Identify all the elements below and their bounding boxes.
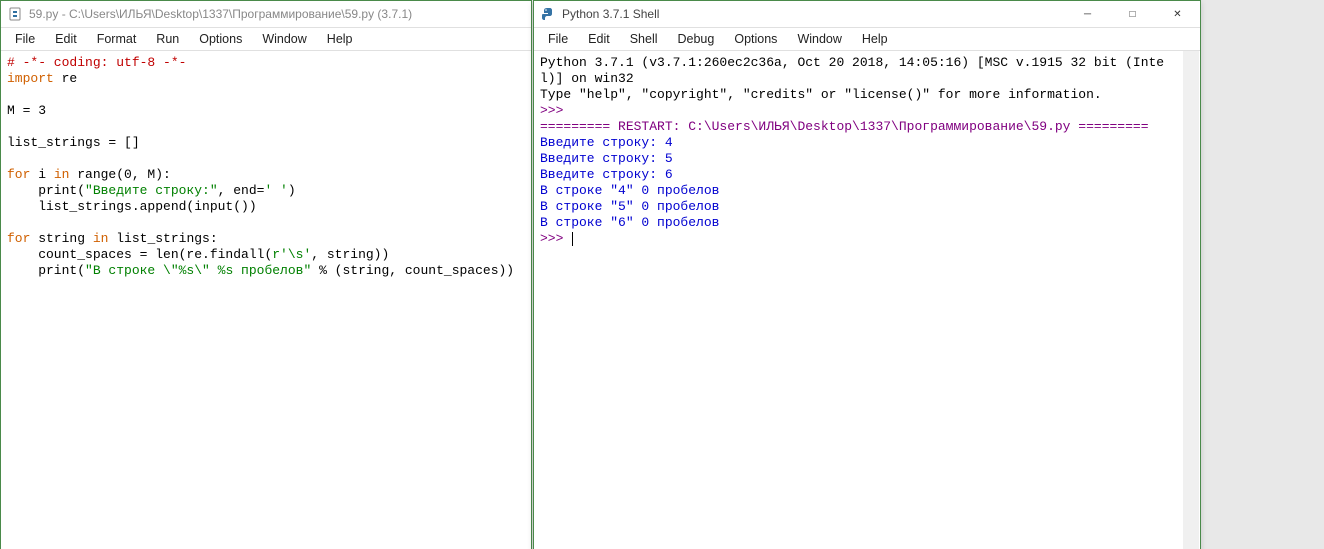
- shell-output: Введите строку: 6: [540, 167, 673, 182]
- close-button[interactable]: ✕: [1155, 1, 1200, 27]
- shell-output: В строке "5" 0 пробелов: [540, 199, 719, 214]
- shell-output: В строке "6" 0 пробелов: [540, 215, 719, 230]
- code-token: string: [30, 231, 92, 246]
- menu-run[interactable]: Run: [146, 30, 189, 48]
- python-file-icon: [7, 6, 23, 22]
- code-keyword: in: [54, 167, 70, 182]
- shell-banner: Python 3.7.1 (v3.7.1:260ec2c36a, Oct 20 …: [540, 55, 1164, 70]
- shell-output: Введите строку: 5: [540, 151, 673, 166]
- editor-titlebar[interactable]: 59.py - C:\Users\ИЛЬЯ\Desktop\1337\Прогр…: [1, 1, 531, 28]
- shell-output-area[interactable]: Python 3.7.1 (v3.7.1:260ec2c36a, Oct 20 …: [534, 51, 1200, 549]
- code-string: r'\s': [272, 247, 311, 262]
- code-string: ' ': [264, 183, 287, 198]
- code-token: i: [30, 167, 53, 182]
- menu-window[interactable]: Window: [787, 30, 851, 48]
- editor-title: 59.py - C:\Users\ИЛЬЯ\Desktop\1337\Прогр…: [29, 7, 531, 21]
- shell-output: В строке "4" 0 пробелов: [540, 183, 719, 198]
- code-token: range(0, M):: [69, 167, 170, 182]
- menu-edit[interactable]: Edit: [45, 30, 87, 48]
- code-token: list_strings:: [108, 231, 217, 246]
- shell-output: Введите строку: 4: [540, 135, 673, 150]
- code-string: "В строке \"%s\" %s пробелов": [85, 263, 311, 278]
- menu-file[interactable]: File: [5, 30, 45, 48]
- code-string: "Введите строку:": [85, 183, 218, 198]
- python-shell-icon: [540, 6, 556, 22]
- code-keyword: in: [93, 231, 109, 246]
- shell-prompt: >>>: [540, 231, 571, 246]
- editor-code-area[interactable]: # -*- coding: utf-8 -*- import re M = 3 …: [1, 51, 531, 549]
- menu-debug[interactable]: Debug: [668, 30, 725, 48]
- menu-edit[interactable]: Edit: [578, 30, 620, 48]
- shell-title: Python 3.7.1 Shell: [562, 7, 1065, 21]
- shell-banner: l)] on win32: [540, 71, 634, 86]
- code-keyword: for: [7, 231, 30, 246]
- code-comment: # -*- coding: utf-8 -*-: [7, 55, 186, 70]
- menu-help[interactable]: Help: [852, 30, 898, 48]
- code-token: , end=: [218, 183, 265, 198]
- shell-window: Python 3.7.1 Shell ─ □ ✕ File Edit Shell…: [533, 0, 1201, 549]
- code-token: print(: [7, 183, 85, 198]
- shell-prompt: >>>: [540, 103, 571, 118]
- vertical-scrollbar[interactable]: [1183, 51, 1199, 549]
- code-line: list_strings.append(input()): [7, 199, 257, 214]
- code-token: re: [54, 71, 77, 86]
- menu-file[interactable]: File: [538, 30, 578, 48]
- shell-restart: ========= RESTART: C:\Users\ИЛЬЯ\Desktop…: [540, 119, 1149, 134]
- code-keyword: import: [7, 71, 54, 86]
- code-line: M = 3: [7, 103, 46, 118]
- code-token: , string)): [311, 247, 389, 262]
- menu-help[interactable]: Help: [317, 30, 363, 48]
- menu-format[interactable]: Format: [87, 30, 147, 48]
- minimize-button[interactable]: ─: [1065, 1, 1110, 27]
- code-token: print(: [7, 263, 85, 278]
- window-controls: ─ □ ✕: [1065, 1, 1200, 27]
- menu-shell[interactable]: Shell: [620, 30, 668, 48]
- shell-banner: Type "help", "copyright", "credits" or "…: [540, 87, 1102, 102]
- shell-menubar: File Edit Shell Debug Options Window Hel…: [534, 28, 1200, 51]
- maximize-button[interactable]: □: [1110, 1, 1155, 27]
- code-token: ): [288, 183, 296, 198]
- menu-window[interactable]: Window: [252, 30, 316, 48]
- menu-options[interactable]: Options: [189, 30, 252, 48]
- code-token: % (string, count_spaces)): [311, 263, 514, 278]
- desktop: 59.py - C:\Users\ИЛЬЯ\Desktop\1337\Прогр…: [0, 0, 1324, 549]
- code-token: count_spaces = len(re.findall(: [7, 247, 272, 262]
- editor-menubar: File Edit Format Run Options Window Help: [1, 28, 531, 51]
- code-line: list_strings = []: [7, 135, 140, 150]
- shell-titlebar[interactable]: Python 3.7.1 Shell ─ □ ✕: [534, 1, 1200, 28]
- text-cursor: [572, 232, 573, 246]
- menu-options[interactable]: Options: [724, 30, 787, 48]
- code-keyword: for: [7, 167, 30, 182]
- editor-window: 59.py - C:\Users\ИЛЬЯ\Desktop\1337\Прогр…: [0, 0, 532, 549]
